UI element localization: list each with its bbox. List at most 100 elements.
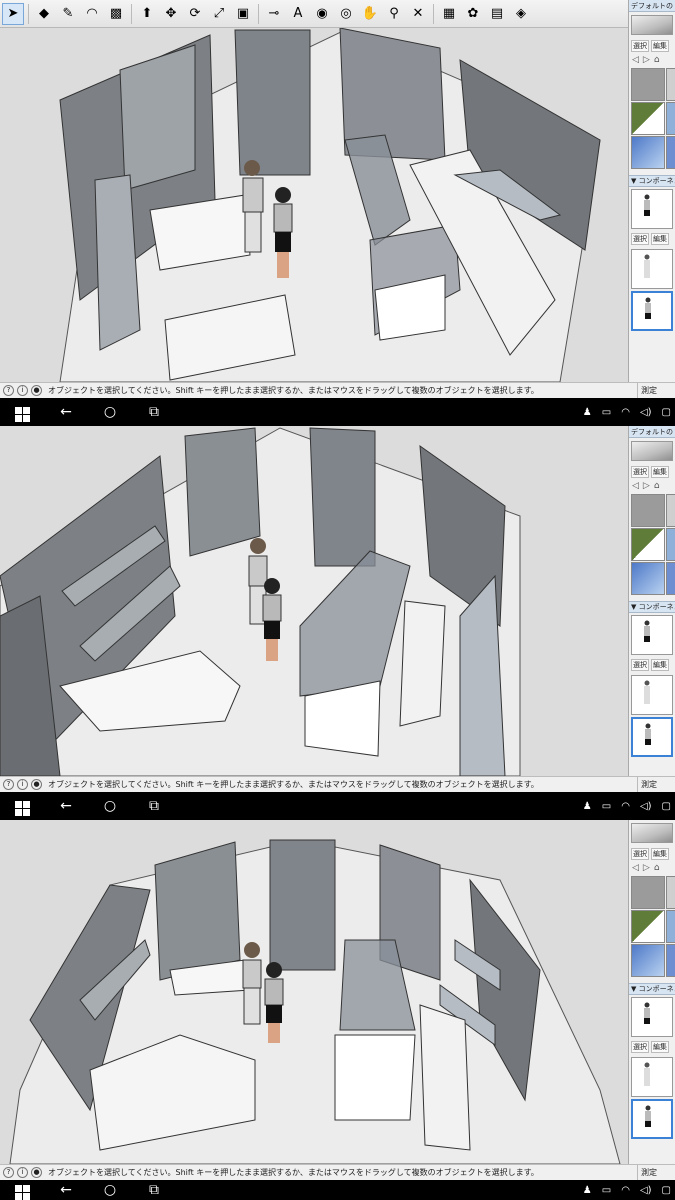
volume-icon[interactable]: ◁)	[640, 407, 652, 418]
scale-tool[interactable]: ⤢	[208, 3, 230, 25]
material-swatch[interactable]	[631, 136, 665, 169]
info-icon[interactable]: i	[17, 385, 28, 396]
material-swatch[interactable]	[666, 68, 675, 101]
back-arrow-icon[interactable]: ◁	[632, 863, 639, 873]
tab-select[interactable]: 選択	[631, 659, 649, 671]
user-icon[interactable]: ●	[31, 1167, 42, 1178]
home-icon[interactable]: ⌂	[654, 863, 660, 873]
orbit-tool[interactable]: ◎	[335, 3, 357, 25]
material-swatch[interactable]	[666, 944, 675, 977]
material-swatch[interactable]	[666, 494, 675, 527]
forward-arrow-icon[interactable]: ▷	[643, 481, 650, 491]
layout-tool[interactable]: ▤	[486, 3, 508, 25]
arc-tool[interactable]: ◠	[81, 3, 103, 25]
task-view-icon[interactable]: ⧉	[132, 1182, 176, 1198]
style-swatch[interactable]	[631, 441, 673, 461]
material-swatch[interactable]	[666, 876, 675, 909]
material-swatch[interactable]	[631, 528, 665, 561]
start-button[interactable]	[0, 796, 44, 816]
tab-edit[interactable]: 編集	[651, 659, 669, 671]
info-icon[interactable]: i	[17, 779, 28, 790]
component-thumbnail[interactable]	[631, 997, 673, 1037]
battery-icon[interactable]: ▭	[602, 801, 611, 812]
style-swatch[interactable]	[631, 15, 673, 35]
move-tool[interactable]: ✥	[160, 3, 182, 25]
back-icon[interactable]: ←	[44, 404, 88, 420]
user-icon[interactable]: ●	[31, 779, 42, 790]
cortana-icon[interactable]: ○	[88, 1182, 132, 1198]
style-swatch[interactable]	[631, 823, 673, 843]
back-icon[interactable]: ←	[44, 1182, 88, 1198]
people-icon[interactable]: ♟	[583, 801, 592, 812]
model-viewport[interactable]	[0, 426, 628, 776]
back-arrow-icon[interactable]: ◁	[632, 55, 639, 65]
component-thumbnail[interactable]	[631, 189, 673, 229]
components-header[interactable]: ▼ コンポーネント	[629, 601, 675, 613]
component-thumbnail[interactable]	[631, 249, 673, 289]
cortana-icon[interactable]: ○	[88, 798, 132, 814]
components-header[interactable]: ▼ コンポーネント	[629, 983, 675, 995]
model-viewport[interactable]: ➤ ◆ ✎ ◠ ▩ ⬆ ✥ ⟳ ⤢ ▣ ⊸ A ◉ ◎ ✋ ⚲ ✕ ▦ ✿ ▤ ◈	[0, 0, 628, 382]
tab-select[interactable]: 選択	[631, 233, 649, 245]
task-view-icon[interactable]: ⧉	[132, 404, 176, 420]
component-thumbnail[interactable]	[631, 615, 673, 655]
rectangle-tool[interactable]: ▩	[105, 3, 127, 25]
battery-icon[interactable]: ▭	[602, 407, 611, 418]
volume-icon[interactable]: ◁)	[640, 801, 652, 812]
tape-measure-tool[interactable]: ⊸	[263, 3, 285, 25]
material-swatch[interactable]	[631, 494, 665, 527]
forward-arrow-icon[interactable]: ▷	[643, 55, 650, 65]
home-icon[interactable]: ⌂	[654, 481, 660, 491]
material-swatch[interactable]	[631, 876, 665, 909]
tab-edit[interactable]: 編集	[651, 40, 669, 52]
zoom-tool[interactable]: ⚲	[383, 3, 405, 25]
forward-arrow-icon[interactable]: ▷	[643, 863, 650, 873]
home-icon[interactable]: ⌂	[654, 55, 660, 65]
paint-bucket-tool[interactable]: ◉	[311, 3, 333, 25]
material-swatch[interactable]	[666, 528, 675, 561]
material-swatch[interactable]	[666, 910, 675, 943]
eraser-tool[interactable]: ◆	[33, 3, 55, 25]
line-tool[interactable]: ✎	[57, 3, 79, 25]
tab-edit[interactable]: 編集	[651, 1041, 669, 1053]
model-viewport[interactable]	[0, 820, 628, 1164]
material-swatch[interactable]	[666, 136, 675, 169]
start-button[interactable]	[0, 402, 44, 422]
battery-icon[interactable]: ▭	[602, 1185, 611, 1196]
tab-edit[interactable]: 編集	[651, 466, 669, 478]
select-tool[interactable]: ➤	[2, 2, 24, 25]
material-swatch[interactable]	[631, 68, 665, 101]
people-icon[interactable]: ♟	[583, 407, 592, 418]
back-icon[interactable]: ←	[44, 798, 88, 814]
pan-tool[interactable]: ✋	[359, 3, 381, 25]
tab-edit[interactable]: 編集	[651, 848, 669, 860]
text-tool[interactable]: A	[287, 3, 309, 25]
extension-tool[interactable]: ✿	[462, 3, 484, 25]
people-icon[interactable]: ♟	[583, 1185, 592, 1196]
component-thumbnail-selected[interactable]	[631, 717, 673, 757]
material-swatch[interactable]	[631, 562, 665, 595]
back-arrow-icon[interactable]: ◁	[632, 481, 639, 491]
notification-icon[interactable]: ▢	[662, 1185, 671, 1196]
material-swatch[interactable]	[631, 102, 665, 135]
component-thumbnail[interactable]	[631, 675, 673, 715]
components-header[interactable]: ▼ コンポーネント	[629, 175, 675, 187]
cortana-icon[interactable]: ○	[88, 404, 132, 420]
tab-select[interactable]: 選択	[631, 466, 649, 478]
material-swatch[interactable]	[631, 944, 665, 977]
component-thumbnail-selected[interactable]	[631, 1099, 673, 1139]
component-thumbnail[interactable]	[631, 1057, 673, 1097]
notification-icon[interactable]: ▢	[662, 407, 671, 418]
tab-select[interactable]: 選択	[631, 1041, 649, 1053]
tab-select[interactable]: 選択	[631, 848, 649, 860]
material-swatch[interactable]	[631, 910, 665, 943]
notification-icon[interactable]: ▢	[662, 801, 671, 812]
ruby-tool[interactable]: ◈	[510, 3, 532, 25]
user-icon[interactable]: ●	[31, 385, 42, 396]
zoom-extents-tool[interactable]: ✕	[407, 3, 429, 25]
pushpull-tool[interactable]: ⬆	[136, 3, 158, 25]
wifi-icon[interactable]: ◠	[621, 1185, 630, 1196]
warehouse-tool[interactable]: ▦	[438, 3, 460, 25]
component-thumbnail-selected[interactable]	[631, 291, 673, 331]
wifi-icon[interactable]: ◠	[621, 407, 630, 418]
